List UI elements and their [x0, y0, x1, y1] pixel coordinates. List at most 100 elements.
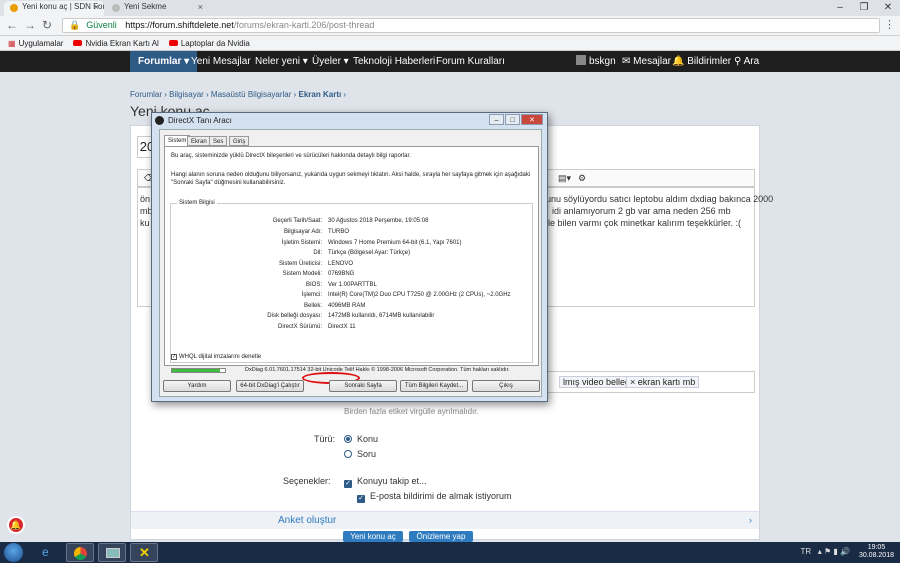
language-indicator[interactable]: TR [800, 547, 811, 556]
preview-button[interactable]: Önizleme yap [409, 531, 473, 542]
ie-icon[interactable]: e [34, 543, 62, 562]
intro-text: "Sonraki Sayfa" düğmesini kullanabilirsi… [171, 180, 286, 186]
security-label: Güvenli [86, 20, 117, 30]
nav-whats-new[interactable]: Neler yeni ▾ [255, 51, 308, 72]
search-icon: ⚲ [734, 56, 742, 67]
radio-icon [344, 435, 352, 443]
window-controls: – ❐ ✕ [828, 0, 900, 16]
maximize-icon[interactable]: □ [505, 114, 520, 125]
type-label: Türü: [314, 434, 336, 444]
help-button[interactable]: Yardım [163, 380, 231, 392]
info-label: Disk belleği dosyası: [267, 313, 322, 319]
info-label: Bilgisayar Adı: [283, 229, 322, 235]
intro-text: Bu araç, sisteminizde yüklü DirectX bile… [171, 153, 411, 159]
nav-messages[interactable]: ✉ Mesajlar [622, 51, 671, 72]
gear-icon[interactable]: ⚙ [578, 173, 586, 184]
monitor-app-icon[interactable] [98, 543, 126, 562]
info-value: Ver 1.00PARTTBL [328, 282, 377, 288]
info-value: LENOVO [328, 261, 354, 267]
clock[interactable]: 19:05 30.08.2018 [859, 544, 894, 560]
url-host: https://forum.shiftdelete.net [125, 20, 234, 30]
nav-alerts[interactable]: 🔔 Bildirimler [672, 51, 731, 72]
dxdiag-titlebar[interactable]: DirectX Tanı Aracı – □ ✕ [152, 113, 547, 128]
breadcrumb: Forumlar › Bilgisayar › Masaüstü Bilgisa… [130, 90, 347, 99]
menu-icon[interactable]: ⋮ [884, 18, 895, 31]
next-page-button[interactable]: Sonraki Sayfa [329, 380, 397, 392]
close-icon[interactable]: ✕ [521, 114, 543, 125]
run-64bit-button[interactable]: 64-bit DxDiag'i Çalıştır [236, 380, 304, 392]
checkbox-watch[interactable]: ✓ Konuyu takip et... [344, 476, 427, 488]
nav-forum-rules[interactable]: Forum Kuralları [436, 51, 505, 72]
dxdiag-window-controls: – □ ✕ [488, 114, 543, 125]
dxdiag-body: Sistem Ekran Ses Giriş Bu araç, sistemin… [159, 129, 542, 397]
bookmark-laptops-nvidia[interactable]: Laptoplar da Nvidia [168, 39, 250, 48]
checkbox-icon: ✓ [344, 480, 352, 488]
close-window-icon[interactable]: ✕ [876, 0, 900, 16]
page-icon [112, 4, 120, 12]
maximize-icon[interactable]: ❐ [852, 0, 876, 16]
tab-display[interactable]: Ekran [187, 136, 211, 146]
tab-sdn-forum[interactable]: Yeni konu aç | SDN Forum × [4, 1, 104, 16]
tag-chip[interactable]: × ekran kartı mb [626, 376, 700, 388]
bell-icon: 🔔 [672, 56, 685, 67]
tab-sound[interactable]: Ses [209, 136, 228, 146]
nav-new-posts[interactable]: Yeni Mesajlar [191, 51, 251, 72]
nav-members[interactable]: Üyeler ▾ [312, 51, 349, 72]
dxdiag-taskbar-icon[interactable]: ✕ [130, 543, 158, 562]
tab-label: Yeni Sekme [124, 2, 167, 11]
reload-icon[interactable]: ↻ [42, 18, 52, 32]
poll-section[interactable]: Anket oluştur › [131, 511, 759, 529]
info-label: İşletim Sistemi: [281, 240, 322, 246]
info-label: Geçerli Tarih/Saat: [272, 218, 322, 224]
nav-search[interactable]: ⚲ Ara [734, 51, 759, 72]
nav-tech-news[interactable]: Teknoloji Haberleri [353, 51, 435, 72]
back-icon[interactable]: ← [6, 18, 18, 32]
checkbox-email[interactable]: ✓ E-posta bildirimi de almak istiyorum [357, 491, 512, 503]
tab-input[interactable]: Giriş [229, 136, 250, 146]
submit-button[interactable]: Yeni konu aç [343, 531, 403, 542]
close-icon[interactable]: × [94, 2, 99, 12]
minimize-icon[interactable]: – [828, 0, 852, 16]
radio-question[interactable]: Soru [344, 449, 376, 459]
info-value: Windows 7 Home Premium 64-bit (6.1, Yapı… [328, 240, 462, 246]
youtube-icon [73, 40, 83, 46]
clock-time: 19:05 [867, 544, 886, 551]
bookmark-nvidia-card[interactable]: Nvidia Ekran Kartı Al [73, 39, 159, 48]
bookmark-apps[interactable]: ▦ Uygulamalar [8, 39, 63, 48]
breadcrumb-computer[interactable]: Bilgisayar [169, 90, 204, 99]
directx-logo-icon [155, 116, 164, 125]
breadcrumb-forums[interactable]: Forumlar [130, 90, 162, 99]
post-text-line: unu söylüyordu satıcı leptobu aldım dxdi… [546, 194, 774, 204]
info-label: Dil: [313, 250, 322, 256]
alert-bell-icon[interactable]: 🔔 [7, 516, 25, 534]
clock-date: 30.08.2018 [858, 552, 894, 559]
address-bar[interactable]: 🔒 Güvenli https://forum.shiftdelete.net/f… [62, 18, 880, 33]
tab-new[interactable]: Yeni Sekme × [106, 1, 208, 16]
start-button[interactable] [4, 543, 23, 562]
close-icon[interactable]: × [198, 2, 203, 12]
radio-topic[interactable]: Konu [344, 434, 378, 444]
breadcrumb-desktop[interactable]: Masaüstü Bilgisayarlar [211, 90, 291, 99]
chrome-icon[interactable] [66, 543, 94, 562]
exit-button[interactable]: Çıkış [472, 380, 540, 392]
nav-user[interactable]: bskgn [576, 51, 616, 72]
taskbar: e ✕ TR ▴ ⚑ ▮ 🔊 19:05 30.08.2018 [0, 542, 900, 563]
remove-tag-icon[interactable]: × [630, 377, 635, 387]
dxdiag-window: DirectX Tanı Aracı – □ ✕ Sistem Ekran Se… [151, 112, 548, 402]
radio-icon [344, 450, 352, 458]
forum-nav: Forumlar ▾ Yeni Mesajlar Neler yeni ▾ Üy… [0, 51, 900, 72]
post-text-line: le bilen varmı çok minetkar kalırım teşe… [548, 218, 742, 228]
tag-chip[interactable]: lmış video bellegi [559, 376, 637, 388]
version-text: DxDiag 6.01.7601.17514 32-bit Unicode Te… [245, 367, 510, 373]
url-path: /forums/ekran-karti.206/post-thread [233, 20, 375, 30]
info-label: DirectX Sürümü: [277, 324, 322, 330]
system-tray: TR ▴ ⚑ ▮ 🔊 [800, 547, 850, 556]
nav-forums[interactable]: Forumlar ▾ [130, 51, 198, 72]
breadcrumb-graphics-card[interactable]: Ekran Kartı [299, 90, 342, 99]
save-all-button[interactable]: Tüm Bilgileri Kaydet... [400, 380, 468, 392]
forward-icon[interactable]: → [24, 18, 36, 32]
minimize-icon[interactable]: – [489, 114, 504, 125]
whql-checkbox[interactable]: ✓ WHQL dijital imzalarını denetle [171, 354, 261, 360]
template-icon[interactable]: ▤▾ [558, 173, 571, 184]
intro-text: Hangi alanın soruna neden olduğunu biliy… [171, 172, 531, 178]
